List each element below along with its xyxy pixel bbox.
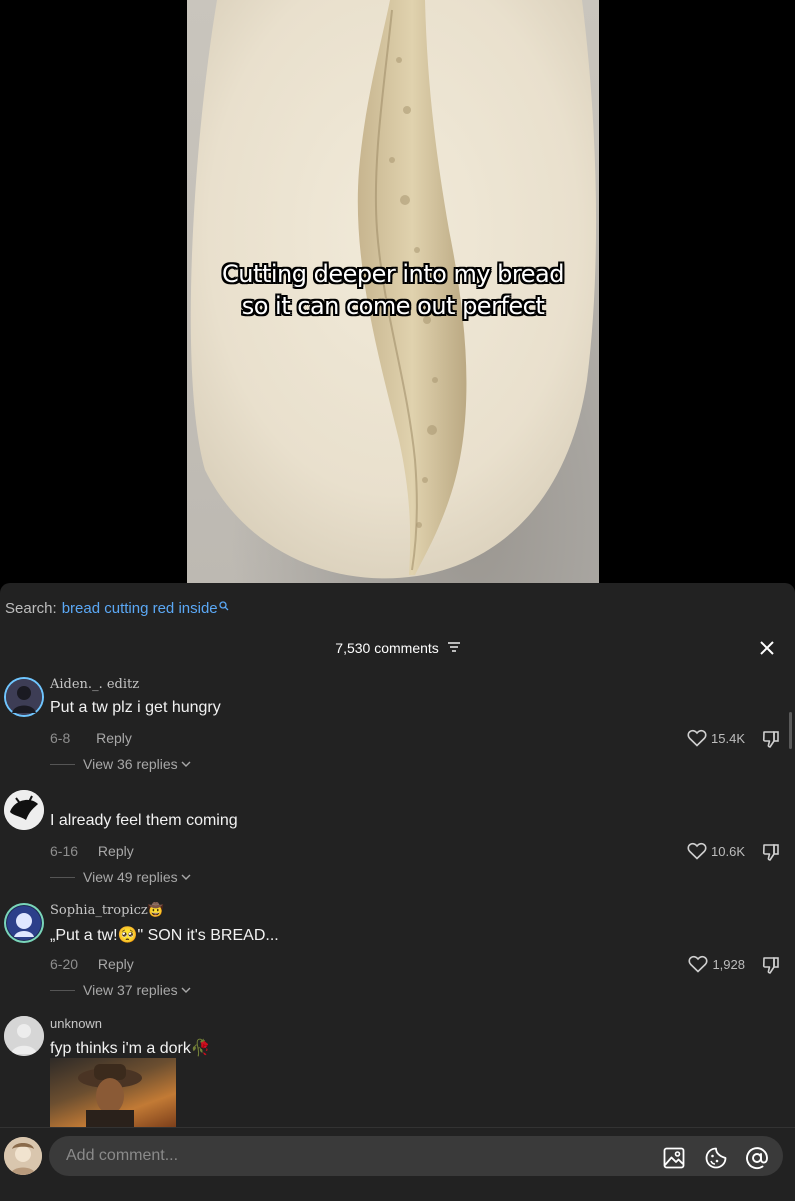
search-suggestion[interactable]: Search: bread cutting red inside — [5, 599, 229, 619]
comment-username[interactable]: Aiden._. editz — [50, 677, 139, 692]
like-count: 15.4K — [711, 730, 745, 746]
view-replies-button[interactable]: View 37 replies — [50, 982, 191, 998]
video-player[interactable]: Cutting deeper into my bread so it can c… — [0, 0, 795, 583]
current-user-avatar-image — [4, 1137, 42, 1175]
search-query-link[interactable]: bread cutting red inside — [62, 599, 218, 619]
dislike-icon[interactable] — [761, 729, 781, 749]
comment-attached-image[interactable] — [50, 1058, 176, 1128]
attached-image-art — [78, 1064, 142, 1128]
reply-button[interactable]: Reply — [98, 843, 134, 859]
filter-icon[interactable] — [447, 642, 460, 652]
video-caption-line-1: Cutting deeper into my bread — [222, 260, 564, 288]
avatar-image — [4, 790, 44, 830]
reply-button[interactable]: Reply — [98, 956, 134, 972]
replies-divider — [50, 763, 75, 765]
view-replies-label: View 36 replies — [83, 756, 178, 772]
comment-date: 6-8 — [50, 730, 71, 746]
chevron-down-icon — [181, 987, 191, 993]
heart-icon — [688, 955, 708, 973]
chevron-down-icon — [181, 874, 191, 880]
search-prefix: Search: — [5, 600, 57, 617]
scrollbar-thumb[interactable] — [789, 712, 792, 749]
image-icon[interactable] — [662, 1146, 686, 1170]
avatar[interactable] — [4, 1016, 44, 1056]
video-caption: Cutting deeper into my bread so it can c… — [187, 258, 599, 322]
comment-date: 6-20 — [50, 956, 79, 972]
avatar[interactable] — [4, 677, 44, 717]
comment-text: „Put a tw!🥺" SON it's BREAD... — [50, 927, 279, 944]
avatar-image — [7, 906, 41, 940]
comment-text: Put a tw plz i get hungry — [50, 699, 221, 716]
close-icon[interactable] — [757, 638, 777, 658]
comment-text: I already feel them coming — [50, 812, 238, 829]
emoji-icon[interactable] — [704, 1146, 728, 1170]
like-count: 10.6K — [711, 843, 745, 859]
like-button[interactable]: 1,928 — [688, 955, 745, 973]
comments-header: 7,530 comments — [0, 639, 795, 659]
comments-count: 7,530 comments — [335, 640, 439, 657]
comments-panel: Search: bread cutting red inside 7,530 c… — [0, 583, 795, 1201]
heart-icon — [687, 729, 707, 747]
chevron-down-icon — [181, 761, 191, 767]
avatar[interactable] — [4, 903, 44, 943]
avatar-image — [6, 679, 42, 715]
view-replies-button[interactable]: View 49 replies — [50, 869, 191, 885]
avatar[interactable] — [4, 790, 44, 830]
comment-meta: 6-16 Reply — [50, 843, 134, 859]
like-count: 1,928 — [712, 956, 745, 972]
comment-meta: 6-20 Reply — [50, 956, 134, 972]
view-replies-button[interactable]: View 36 replies — [50, 756, 191, 772]
view-replies-label: View 49 replies — [83, 869, 178, 885]
comment-text: fyp thinks i'm a dork🥀 — [50, 1040, 211, 1057]
dislike-icon[interactable] — [761, 955, 781, 975]
like-button[interactable]: 10.6K — [687, 842, 745, 860]
comment-username[interactable]: unknown — [50, 1016, 102, 1031]
comment-date: 6-16 — [50, 843, 79, 859]
like-button[interactable]: 15.4K — [687, 729, 745, 747]
default-avatar-icon — [4, 1016, 44, 1056]
view-replies-label: View 37 replies — [83, 982, 178, 998]
comment-input-bar — [0, 1127, 795, 1201]
video-caption-line-2: so it can come out perfect — [241, 292, 545, 320]
current-user-avatar[interactable] — [4, 1137, 42, 1175]
heart-icon — [687, 842, 707, 860]
comment-meta: 6-8 Reply — [50, 730, 132, 746]
dislike-icon[interactable] — [761, 842, 781, 862]
replies-divider — [50, 876, 75, 878]
at-icon[interactable] — [745, 1146, 769, 1170]
replies-divider — [50, 989, 75, 991]
search-icon — [218, 601, 229, 611]
comment-username[interactable]: Sophia_tropicz🤠 — [50, 903, 164, 918]
reply-button[interactable]: Reply — [96, 730, 132, 746]
